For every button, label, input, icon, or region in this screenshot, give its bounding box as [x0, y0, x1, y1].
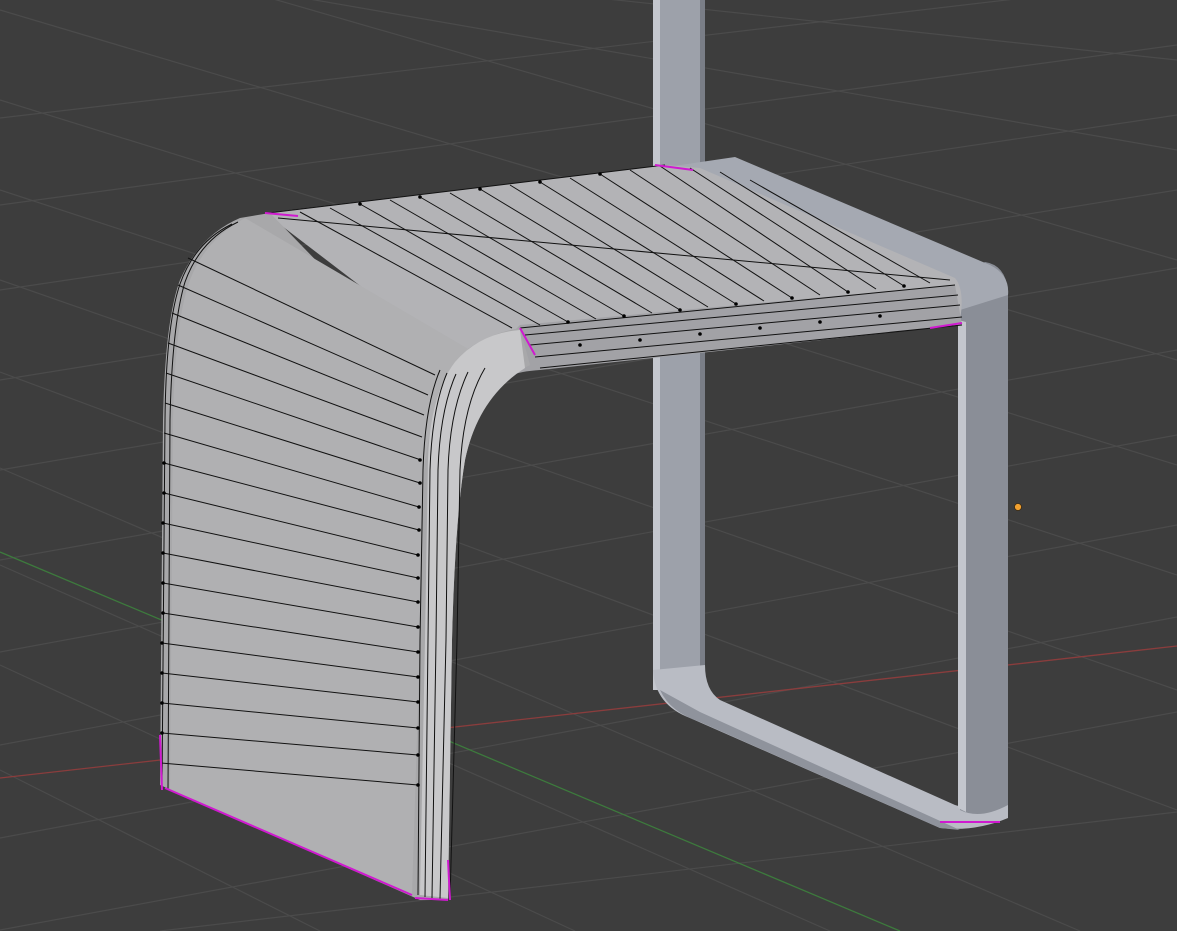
3d-viewport[interactable]: [0, 0, 1177, 931]
object-origin-point[interactable]: [1014, 503, 1022, 511]
frame-right-bar: [960, 262, 1008, 814]
frame-right-bar-front: [958, 320, 966, 812]
